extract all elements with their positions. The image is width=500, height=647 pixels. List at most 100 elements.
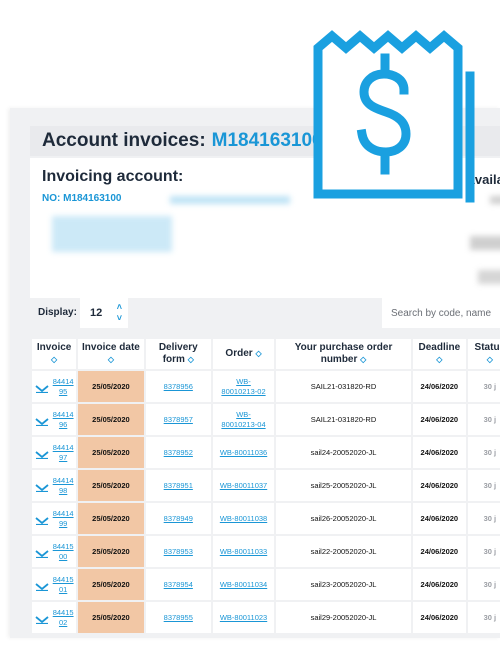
order-link[interactable]: WB-80011033 [220, 547, 267, 556]
download-icon[interactable] [35, 414, 49, 426]
purchase-order-cell: sail25-20052020-JL [276, 470, 411, 501]
stepper-icon[interactable]: ˄ ˅ [117, 302, 122, 324]
delivery-form-cell: 8378953 [145, 536, 211, 567]
invoice-link[interactable]: 84415 01 [53, 575, 74, 595]
column-purchase-order[interactable]: Your purchase order number ◇ [276, 339, 411, 369]
column-delivery-form[interactable]: Delivery form ◇ [145, 339, 211, 369]
order-link[interactable]: WB-80011036 [220, 448, 267, 457]
sort-icon: ◇ [187, 355, 194, 364]
purchase-order-cell: SAIL21-031820-RD [276, 371, 411, 402]
deadline-cell: 24/06/2020 [412, 371, 466, 402]
download-icon[interactable] [35, 447, 49, 459]
column-invoice-date[interactable]: Invoice date ◇ [78, 339, 144, 369]
deadline-cell: 24/06/2020 [412, 437, 466, 468]
status-cell: 30 j [467, 602, 500, 633]
invoice-date-cell: 25/05/2020 [78, 503, 144, 534]
status-cell: 30 j [467, 404, 500, 435]
order-link[interactable]: WB-80011023 [220, 613, 267, 622]
blurred-value-2 [470, 236, 500, 250]
delivery-form-link[interactable]: 8378955 [164, 613, 193, 622]
order-link[interactable]: WB- 80010213-02 [221, 377, 265, 396]
download-icon[interactable] [35, 612, 49, 624]
blurred-value-3 [478, 270, 500, 284]
order-link[interactable]: WB-80011037 [220, 481, 267, 490]
sort-icon: ◇ [436, 355, 443, 364]
blurred-value [490, 196, 500, 204]
delivery-form-cell: 8378951 [145, 470, 211, 501]
deadline-cell: 24/06/2020 [412, 602, 466, 633]
invoice-cell: 84414 99 [32, 503, 77, 534]
delivery-form-cell: 8378956 [145, 371, 211, 402]
order-link[interactable]: WB-80011034 [220, 580, 267, 589]
table-row: 84414 99 25/05/2020 8378949 WB-80011038 s… [32, 503, 500, 534]
delivery-form-link[interactable]: 8378953 [164, 547, 193, 556]
table-row: 84414 96 25/05/2020 8378957 WB- 80010213-0… [32, 404, 500, 435]
invoice-link[interactable]: 84414 96 [53, 410, 74, 430]
title-prefix: Account invoices: [42, 130, 206, 151]
invoice-cell: 84415 02 [32, 602, 77, 633]
download-icon[interactable] [35, 546, 49, 558]
delivery-form-link[interactable]: 8378957 [164, 415, 193, 424]
status-cell: 30 j [467, 503, 500, 534]
invoice-cell: 84415 01 [32, 569, 77, 600]
delivery-form-cell: 8378957 [145, 404, 211, 435]
search-input[interactable]: Search by code, name [382, 298, 500, 328]
invoice-link[interactable]: 84414 97 [53, 443, 74, 463]
invoice-date-cell: 25/05/2020 [78, 569, 144, 600]
delivery-form-link[interactable]: 8378956 [164, 382, 193, 391]
invoice-date-cell: 25/05/2020 [78, 470, 144, 501]
invoice-link[interactable]: 84415 00 [53, 542, 74, 562]
delivery-form-cell: 8378949 [145, 503, 211, 534]
invoice-cell: 84414 97 [32, 437, 77, 468]
download-icon[interactable] [35, 381, 49, 393]
invoice-cell: 84415 00 [32, 536, 77, 567]
invoice-date-cell: 25/05/2020 [78, 371, 144, 402]
status-cell: 30 j [467, 371, 500, 402]
invoice-date-cell: 25/05/2020 [78, 536, 144, 567]
invoices-table: Invoice ◇ Invoice date ◇ Delivery form ◇ … [30, 337, 500, 635]
status-cell: 30 j [467, 536, 500, 567]
invoice-link[interactable]: 84415 02 [53, 608, 74, 628]
display-count-select[interactable]: 12 ˄ ˅ [80, 298, 128, 328]
deadline-cell: 24/06/2020 [412, 503, 466, 534]
purchase-order-cell: sail22-20052020-JL [276, 536, 411, 567]
invoice-cell: 84414 98 [32, 470, 77, 501]
deadline-cell: 24/06/2020 [412, 536, 466, 567]
invoice-cell: 84414 95 [32, 371, 77, 402]
table-row: 84414 95 25/05/2020 8378956 WB- 80010213-0… [32, 371, 500, 402]
delivery-form-link[interactable]: 8378954 [164, 580, 193, 589]
table-row: 84415 02 25/05/2020 8378955 WB-80011023 s… [32, 602, 500, 633]
table-row: 84414 97 25/05/2020 8378952 WB-80011036 s… [32, 437, 500, 468]
download-icon[interactable] [35, 579, 49, 591]
deadline-cell: 24/06/2020 [412, 470, 466, 501]
status-cell: 30 j [467, 437, 500, 468]
invoice-link[interactable]: 84414 98 [53, 476, 74, 496]
sort-icon: ◇ [107, 355, 115, 364]
order-cell: WB-80011037 [212, 470, 275, 501]
column-deadline[interactable]: Deadline ◇ [412, 339, 466, 369]
invoicing-account-number: NO: M184163100 [42, 193, 122, 204]
download-icon[interactable] [35, 480, 49, 492]
delivery-form-link[interactable]: 8378949 [164, 514, 193, 523]
invoice-link[interactable]: 84414 95 [53, 377, 74, 397]
sort-icon: ◇ [486, 355, 493, 364]
column-order[interactable]: Order ◇ [212, 339, 275, 369]
table-header-row: Invoice ◇ Invoice date ◇ Delivery form ◇ … [32, 339, 500, 369]
order-link[interactable]: WB- 80010213-04 [221, 410, 265, 429]
invoice-link[interactable]: 84414 99 [53, 509, 74, 529]
download-icon[interactable] [35, 513, 49, 525]
order-cell: WB-80011036 [212, 437, 275, 468]
column-status[interactable]: Status◇ [467, 339, 500, 369]
order-cell: WB-80011038 [212, 503, 275, 534]
delivery-form-link[interactable]: 8378951 [164, 481, 193, 490]
column-invoice[interactable]: Invoice ◇ [32, 339, 77, 369]
purchase-order-cell: SAIL21-031820-RD [276, 404, 411, 435]
blurred-details [52, 216, 172, 252]
status-cell: 30 j [467, 470, 500, 501]
invoicing-account-label: Invoicing account: [42, 168, 184, 185]
order-link[interactable]: WB-80011038 [220, 514, 267, 523]
order-cell: WB-80011023 [212, 602, 275, 633]
delivery-form-link[interactable]: 8378952 [164, 448, 193, 457]
delivery-form-cell: 8378954 [145, 569, 211, 600]
invoice-date-cell: 25/05/2020 [78, 602, 144, 633]
